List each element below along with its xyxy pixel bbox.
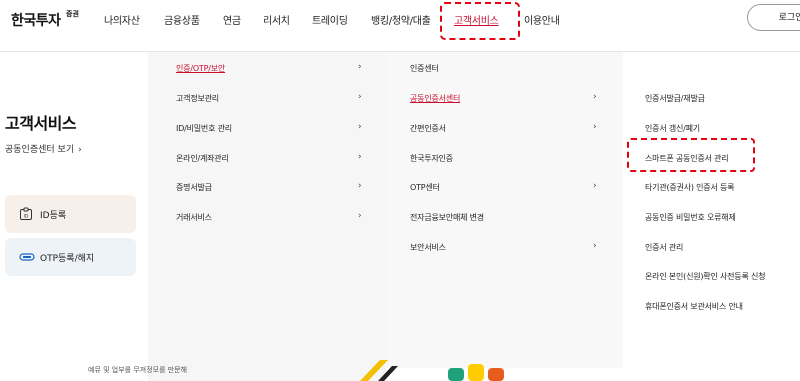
menu3-cert-renew-revoke[interactable]: 인증서 갱신/폐기 <box>645 123 700 134</box>
nav-highlight-box <box>440 2 520 40</box>
banner-text: 예뮤 및 업부를 무져정모를 만문해 <box>88 366 188 374</box>
menu2-auth-center[interactable]: 인증센터 <box>410 63 439 74</box>
id-register-button[interactable]: ID ID등록 <box>5 195 136 233</box>
menu1-trading-service[interactable]: 거래서비스 <box>176 212 212 223</box>
id-card-icon: ID <box>19 207 33 224</box>
background-banner: 예뮤 및 업부를 무져정모를 만문해 <box>0 358 800 381</box>
menu3-other-institution-cert[interactable]: 타기관(증권사) 인증서 등록 <box>645 182 734 193</box>
svg-text:ID: ID <box>24 214 29 220</box>
menu1-auth-otp-security[interactable]: 인증/OTP/보안 <box>176 63 225 74</box>
logo-subtext: 증권 <box>66 10 79 18</box>
top-header: 한국투자 증권 나의자산 금융상품 연금 리서치 트레이딩 뱅킹/청약/대출 고… <box>0 0 800 36</box>
chevron-right-icon: › <box>593 241 597 251</box>
menu3-cert-management[interactable]: 인증서 관리 <box>645 242 683 253</box>
login-button[interactable]: 로그인 <box>747 4 800 31</box>
menu1-id-password[interactable]: ID/비밀번호 관리 <box>176 123 232 134</box>
certificate-center-link[interactable]: 공동인증센터 보기 › <box>5 142 82 155</box>
chevron-right-icon: › <box>593 181 597 191</box>
otp-device-icon <box>19 250 35 267</box>
otp-register-label: OTP등록/해지 <box>40 254 95 264</box>
chevron-right-icon: › <box>358 122 362 132</box>
logo-text[interactable]: 한국투자 <box>11 10 61 30</box>
chevron-right-icon: › <box>358 152 362 162</box>
menu3-mobile-cert-storage[interactable]: 휴대폰인증서 보관서비스 안내 <box>645 301 743 312</box>
menu2-simple-cert[interactable]: 간편인증서 <box>410 123 446 134</box>
chevron-right-icon: › <box>358 181 362 191</box>
menu1-customer-info[interactable]: 고객정보관리 <box>176 93 219 104</box>
nav-financial-products[interactable]: 금융상품 <box>164 12 200 27</box>
nav-banking[interactable]: 뱅킹/청약/대출 <box>371 12 431 27</box>
banner-graphic <box>448 364 504 381</box>
nav-guide[interactable]: 이용안내 <box>524 12 560 27</box>
page-title: 고객서비스 <box>5 114 77 133</box>
menu2-security-media-change[interactable]: 전자금융보안매체 변경 <box>410 212 484 223</box>
id-register-label: ID등록 <box>40 211 67 221</box>
nav-research[interactable]: 리서치 <box>263 12 290 27</box>
menu3-cert-issue-reissue[interactable]: 인증서발급/재발급 <box>645 93 705 104</box>
nav-my-assets[interactable]: 나의자산 <box>104 12 140 27</box>
chevron-right-icon: › <box>358 92 362 102</box>
menu1-certificate-issue[interactable]: 증명서발급 <box>176 182 212 193</box>
menu-highlight-box <box>627 138 755 172</box>
chevron-right-icon: › <box>78 145 82 155</box>
banner-graphic <box>360 360 398 381</box>
certificate-center-link-label: 공동인증센터 보기 <box>5 145 75 155</box>
menu2-security-service[interactable]: 보안서비스 <box>410 242 446 253</box>
otp-register-button[interactable]: OTP등록/해지 <box>5 238 136 276</box>
nav-pension[interactable]: 연금 <box>223 12 241 27</box>
chevron-right-icon: › <box>358 62 362 72</box>
menu2-otp-center[interactable]: OTP센터 <box>410 182 440 193</box>
menu3-online-identity-preregister[interactable]: 온라인 본인(신원)확인 사전등록 신청 <box>645 271 765 282</box>
chevron-right-icon: › <box>593 92 597 102</box>
chevron-right-icon: › <box>593 122 597 132</box>
menu2-joint-cert-center[interactable]: 공동인증서센터 <box>410 93 460 104</box>
nav-trading[interactable]: 트레이딩 <box>312 12 348 27</box>
menu1-online-account[interactable]: 온라인/계좌관리 <box>176 153 229 164</box>
menu3-password-error-reset[interactable]: 공동인증 비밀번호 오류해제 <box>645 212 736 223</box>
menu2-kis-auth[interactable]: 한국투자인증 <box>410 153 453 164</box>
chevron-right-icon: › <box>358 211 362 221</box>
